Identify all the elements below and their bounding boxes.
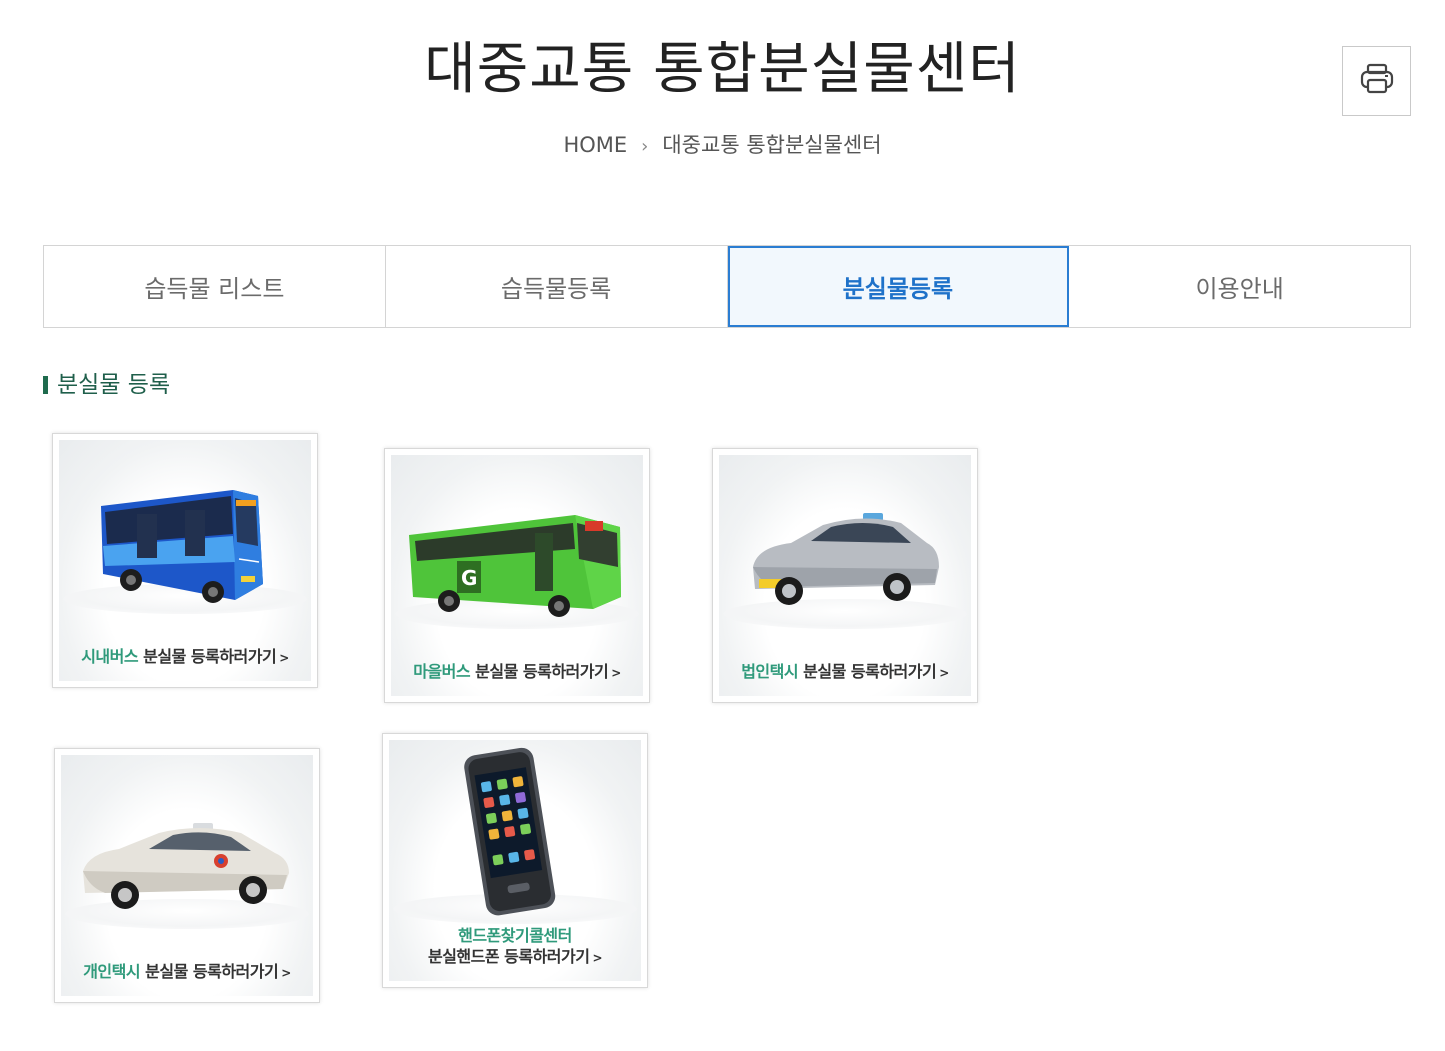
chevron-right-icon: > (939, 666, 949, 680)
section-title: 분실물 등록 (43, 370, 170, 400)
print-button[interactable] (1342, 46, 1411, 116)
chevron-right-icon: > (279, 651, 289, 665)
tab-bar: 습득물 리스트 습득물등록 분실물등록 이용안내 (43, 245, 1411, 328)
village-bus-image: G (409, 515, 621, 617)
breadcrumb-current: 대중교통 통합분실물센터 (662, 133, 882, 157)
card-caption: 개인택시 분실물 등록하러가기 > (83, 962, 291, 981)
village-bus-card[interactable]: G 마을버스 분실물 등록하러가기 > (384, 448, 650, 703)
tab-guide[interactable]: 이용안내 (1069, 246, 1410, 327)
chevron-right-icon: › (641, 136, 649, 157)
card-caption: 시내버스 분실물 등록하러가기 > (81, 647, 289, 666)
breadcrumb-home[interactable]: HOME (563, 133, 627, 157)
section-title-text: 분실물 등록 (57, 372, 171, 398)
chevron-right-icon: > (592, 951, 603, 965)
mobile-phone-image (464, 747, 556, 916)
card-caption: 핸드폰찾기콜센터 분실핸드폰 등록하러가기 > (427, 926, 603, 966)
tab-found-register[interactable]: 습득물등록 (385, 246, 728, 327)
card-caption: 법인택시 분실물 등록하러가기 > (741, 662, 949, 681)
tab-found-list[interactable]: 습득물 리스트 (44, 246, 386, 327)
breadcrumb: HOME › 대중교통 통합분실물센터 (0, 130, 1445, 162)
svg-text:G: G (461, 566, 477, 590)
city-bus-image (101, 490, 263, 603)
chevron-right-icon: > (281, 966, 291, 980)
card-caption: 마을버스 분실물 등록하러가기 > (413, 662, 621, 681)
chevron-right-icon: > (611, 666, 621, 680)
corporate-taxi-image (753, 513, 939, 605)
private-taxi-card[interactable]: 개인택시 분실물 등록하러가기 > (54, 748, 320, 1003)
mobile-phone-card[interactable]: 핸드폰찾기콜센터 분실핸드폰 등록하러가기 > (382, 733, 648, 988)
printer-icon (1360, 63, 1394, 99)
corporate-taxi-card[interactable]: 법인택시 분실물 등록하러가기 > (712, 448, 978, 703)
section-marker (43, 376, 48, 394)
tab-lost-register[interactable]: 분실물등록 (727, 246, 1070, 327)
city-bus-card[interactable]: 시내버스 분실물 등록하러가기 > (52, 433, 318, 688)
page-title: 대중교통 통합분실물센터 (424, 37, 1021, 102)
private-taxi-image (83, 823, 289, 909)
